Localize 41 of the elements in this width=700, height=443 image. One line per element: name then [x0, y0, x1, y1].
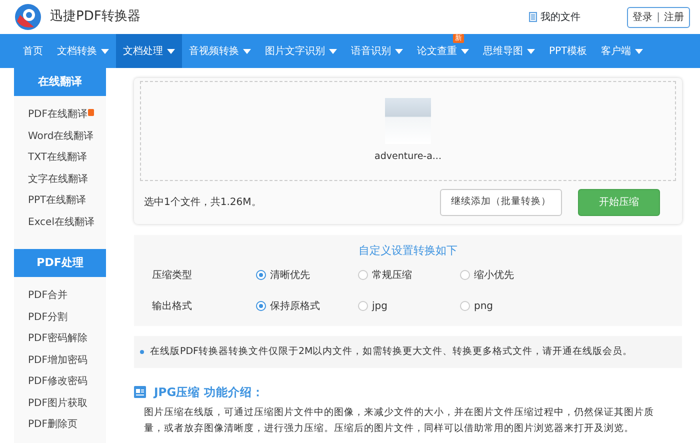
option-label: 输出格式	[152, 300, 193, 314]
radio-option[interactable]: png	[460, 298, 562, 314]
notice-text: 在线版PDF转换器转换文件仅限于2M以内文件，如需转换更大文件、转换更多格式文件，请开通在线版会员。	[150, 344, 633, 358]
my-files-link[interactable]: 我的文件	[540, 10, 581, 24]
sidebar-item[interactable]: TXT在线翻译	[14, 147, 106, 168]
settings-title: 自定义设置转换如下	[358, 244, 458, 257]
sidebar-item[interactable]: PDF合并	[14, 285, 106, 306]
sidebar-item[interactable]: PDF增加密码	[14, 350, 106, 371]
add-files-button[interactable]: 继续添加（批量转换）	[440, 189, 562, 216]
sidebar-item[interactable]: PDF分割	[14, 306, 106, 328]
sidebar-item[interactable]: Word在线翻译	[14, 126, 106, 147]
intro-text: 图片压缩在线版，可通过压缩图片文件中的图像，来减少文件的大小，并在图片文件压缩过程中，仍然保证其图片质量，或者放弃图像清晰度，进行强力压缩。压缩后的图片文件，同样可以借助常用的图片浏览器来打开及浏览。	[143, 406, 655, 436]
radio-option[interactable]: jpg	[358, 298, 460, 314]
login-link[interactable]: 登录	[632, 12, 653, 22]
photo-placeholder	[385, 98, 431, 144]
sidebar-item[interactable]: PDF密码解除	[14, 328, 106, 350]
sidebar-item[interactable]: PDF修改密码	[14, 371, 106, 392]
option-label: 压缩类型	[152, 268, 193, 282]
sidebar-heading: PDF处理	[14, 249, 106, 277]
document-icon	[528, 12, 537, 22]
radio-option[interactable]: 常规压缩	[358, 268, 460, 282]
radio-option[interactable]: 缩小优先	[460, 268, 562, 282]
file-name: adventure-a...	[374, 150, 442, 164]
sidebar-item[interactable]: PDF在线翻译	[14, 104, 106, 126]
intro-title: JPG压缩 功能介绍：	[154, 384, 264, 401]
radio-option[interactable]: 清晰优先	[256, 268, 358, 282]
bullet-icon	[140, 350, 144, 354]
radio-option[interactable]: 保持原格式	[256, 298, 358, 314]
register-link[interactable]: 注册	[664, 12, 684, 22]
sidebar-item[interactable]: Excel在线翻译	[14, 212, 106, 233]
logo-icon	[14, 3, 42, 31]
logo-text[interactable]: 迅捷PDF转换器	[50, 7, 140, 27]
sidebar-item[interactable]: PDF图片获取	[14, 392, 106, 414]
sidebar-item[interactable]: 文字在线翻译	[14, 168, 106, 190]
file-summary: 选中1个文件，共1.26M。	[143, 196, 262, 210]
sidebar-heading: 在线翻译	[14, 68, 106, 96]
info-card-icon	[134, 386, 146, 398]
sidebar-item[interactable]: PPT在线翻译	[14, 190, 106, 212]
nav-tab[interactable]: 文档处理	[116, 34, 182, 68]
separator: |	[656, 12, 660, 22]
sidebar-item[interactable]: PDF删除页	[14, 414, 106, 436]
